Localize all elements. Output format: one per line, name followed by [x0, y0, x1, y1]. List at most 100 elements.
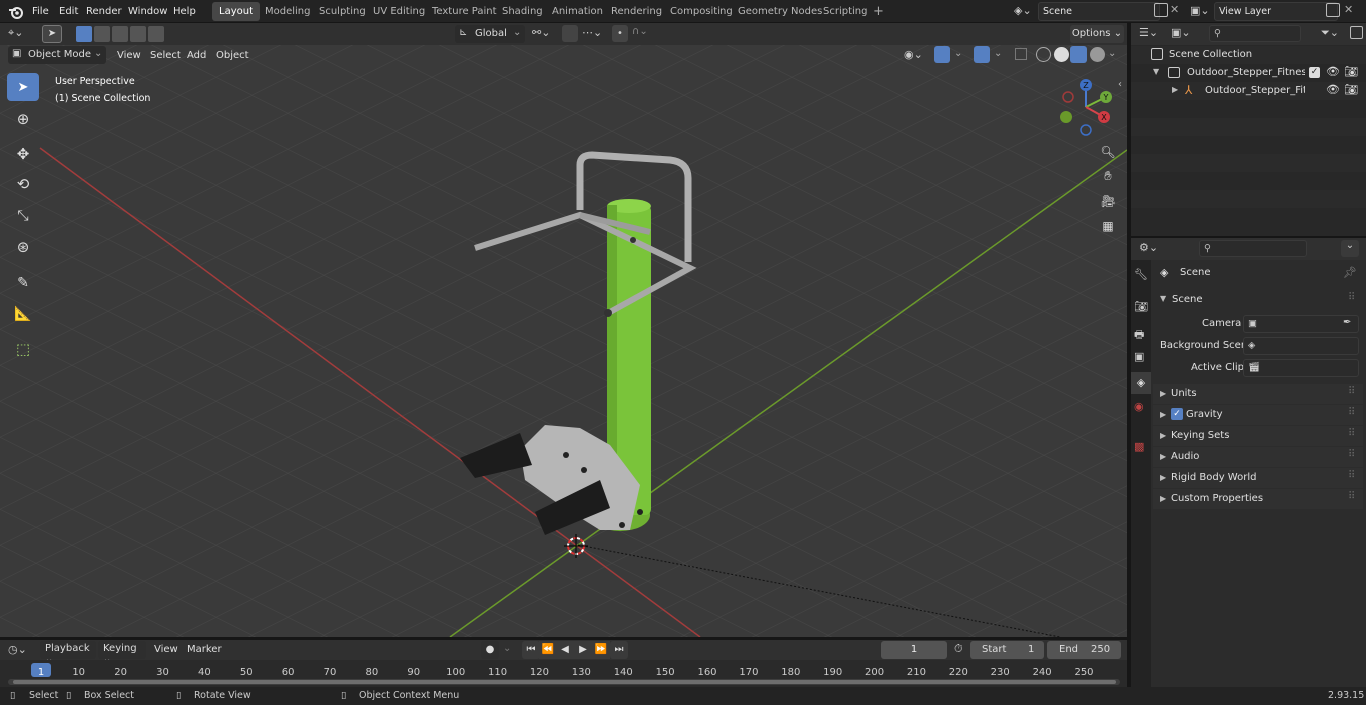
outliner-row[interactable]: ▶ ⅄ Outdoor_Stepper_Fitness 👁︎ 📷︎ [1131, 82, 1366, 100]
blender-logo-icon[interactable] [8, 4, 24, 20]
transform-orientation[interactable]: ⊾ Global ⌄ [455, 25, 525, 43]
zoom-icon[interactable]: 🔍︎ [1097, 141, 1119, 163]
outliner-search-input[interactable]: ⚲ [1209, 25, 1301, 42]
end-frame-field[interactable]: End 250 [1047, 641, 1121, 659]
tab-compositing[interactable]: Compositing [663, 2, 740, 21]
expand-arrow-icon[interactable]: ▶ [1172, 85, 1178, 94]
scale-tool[interactable]: ⤡ [7, 202, 39, 230]
audio-panel-header[interactable]: ▶ Audio ⠿ [1153, 447, 1363, 467]
mode-intersect-icon[interactable] [148, 26, 164, 42]
overlay-dropdown-icon[interactable]: ⌄ [994, 48, 1002, 59]
copy-scene-icon[interactable] [1154, 3, 1168, 17]
overlay-toggle-icon[interactable] [974, 46, 990, 63]
3d-viewport[interactable]: User Perspective (1) Scene Collection ➤ … [0, 45, 1127, 637]
scene-tab-icon[interactable]: ◈ [1131, 372, 1151, 394]
selection-mode-icons[interactable] [76, 26, 164, 42]
drag-handle-icon[interactable]: ⠿ [1348, 407, 1355, 418]
view-layer-selector[interactable]: ▣⌄ View Layer ✕ [1188, 2, 1364, 21]
mode-new-icon[interactable] [76, 26, 92, 42]
menu-view[interactable]: View [113, 47, 145, 65]
measure-tool[interactable]: 📐 [7, 300, 39, 328]
exclude-checkbox[interactable]: ✓ [1309, 67, 1320, 78]
camera-view-icon[interactable]: 🎥︎ [1097, 190, 1119, 212]
output-tab-icon[interactable]: 🖶 [1134, 326, 1144, 345]
eye-icon[interactable]: 👁︎ [1326, 83, 1340, 96]
eye-icon[interactable]: 👁︎ [1326, 65, 1340, 78]
shading-rendered-icon[interactable] [1090, 47, 1105, 62]
outliner-row-root[interactable]: Scene Collection [1131, 46, 1366, 64]
drag-handle-icon[interactable]: ⠿ [1348, 428, 1355, 439]
shading-material-icon[interactable] [1070, 46, 1087, 63]
texture-tab-icon[interactable]: ▩ [1134, 440, 1144, 453]
visibility-icon[interactable]: ◉⌄ [904, 48, 923, 61]
outliner-type-icon[interactable]: ☰⌄ [1139, 26, 1158, 39]
mode-subtract-icon[interactable] [112, 26, 128, 42]
display-mode-icon[interactable]: ▣⌄ [1171, 26, 1191, 39]
play-reverse-icon[interactable]: ◀ [556, 641, 574, 659]
menu-object[interactable]: Object [212, 47, 253, 65]
navigation-gizmo[interactable]: Z Y X [1056, 77, 1116, 137]
collapse-arrow-icon[interactable]: ‹ [1118, 79, 1122, 90]
tab-modeling[interactable]: Modeling [258, 2, 318, 21]
snap-icon[interactable] [562, 25, 578, 42]
properties-options-icon[interactable]: ⌄ [1341, 240, 1359, 257]
editor-type-icon[interactable]: ⌖⌄ [8, 26, 23, 40]
prev-keyframe-icon[interactable]: ⏪ [539, 641, 557, 659]
camera-field[interactable]: ▣ [1243, 315, 1359, 333]
view-layer-field[interactable]: View Layer [1214, 2, 1338, 21]
new-collection-icon[interactable] [1350, 26, 1363, 39]
proportional-edit-icon[interactable]: • [612, 25, 628, 42]
timeline-view-menu[interactable]: View [150, 641, 182, 659]
timeline-type-icon[interactable]: ◷⌄ [8, 643, 27, 656]
gizmo-dropdown-icon[interactable]: ⌄ [954, 48, 962, 59]
snap-target-icon[interactable]: ⋯⌄ [582, 26, 602, 39]
render-tab-icon[interactable]: 📷︎ [1134, 300, 1148, 313]
active-clip-field[interactable]: 🎬︎ [1243, 359, 1359, 377]
properties-search-input[interactable]: ⚲ [1199, 240, 1307, 257]
play-icon[interactable]: ▶ [574, 641, 592, 659]
copy-view-layer-icon[interactable] [1326, 3, 1340, 17]
current-frame-field[interactable]: 1 [881, 641, 947, 659]
camera-render-icon[interactable]: 📷︎ [1344, 65, 1358, 78]
keying-menu[interactable]: Keying ⌄ [98, 641, 146, 665]
camera-render-icon[interactable]: 📷︎ [1344, 83, 1358, 96]
units-panel-header[interactable]: ▶ Units ⠿ [1153, 384, 1363, 404]
tab-geometry-nodes[interactable]: Geometry Nodes [731, 2, 829, 21]
jump-end-icon[interactable]: ⏭ [610, 641, 628, 659]
tab-animation[interactable]: Animation [545, 2, 610, 21]
keying-sets-panel-header[interactable]: ▶ Keying Sets ⠿ [1153, 426, 1363, 446]
falloff-icon[interactable]: ∩⌄ [632, 26, 648, 37]
drag-handle-icon[interactable]: ⠿ [1348, 449, 1355, 460]
expand-arrow-icon[interactable]: ▼ [1153, 67, 1159, 76]
object-mode-dropdown[interactable]: ▣ Object Mode ⌄ [8, 46, 106, 64]
timeline-marker-menu[interactable]: Marker [183, 641, 226, 659]
scrollbar-thumb[interactable] [13, 680, 1116, 684]
playback-menu[interactable]: Playback ⌄ [40, 641, 96, 665]
filter-icon[interactable]: ⏷⌄ [1321, 26, 1339, 40]
gravity-panel-header[interactable]: ▶ ✓ Gravity ⠿ [1153, 405, 1363, 425]
record-icon[interactable]: ● [481, 641, 499, 659]
eyedropper-icon[interactable]: ✒ [1343, 317, 1351, 328]
add-cube-tool[interactable]: ⬚ [7, 335, 39, 363]
rigid-body-world-panel-header[interactable]: ▶ Rigid Body World ⠿ [1153, 468, 1363, 488]
tool-tab-icon[interactable]: 🔧︎ [1134, 268, 1148, 281]
timeline-scrollbar[interactable] [8, 679, 1120, 685]
move-tool[interactable]: ✥ [7, 140, 39, 168]
menu-add[interactable]: Add [183, 47, 210, 65]
menu-edit[interactable]: Edit [57, 3, 80, 20]
tab-sculpting[interactable]: Sculpting [312, 2, 373, 21]
annotate-tool[interactable]: ✎ [7, 269, 39, 297]
start-frame-field[interactable]: Start 1 [970, 641, 1044, 659]
tab-layout[interactable]: Layout [212, 2, 260, 21]
scene-section-header[interactable]: ▼ Scene ⠿ [1153, 290, 1363, 310]
xray-icon[interactable] [1015, 48, 1027, 60]
close-view-layer-icon[interactable]: ✕ [1344, 3, 1353, 16]
tab-shading[interactable]: Shading [495, 2, 550, 21]
cursor-tool[interactable]: ⊕ [7, 105, 39, 133]
shading-solid-icon[interactable] [1054, 47, 1069, 62]
drag-handle-icon[interactable]: ⠿ [1348, 491, 1355, 502]
menu-file[interactable]: File [30, 3, 51, 20]
world-tab-icon[interactable]: ◉ [1134, 400, 1144, 413]
gravity-checkbox[interactable]: ✓ [1171, 408, 1183, 420]
menu-help[interactable]: Help [171, 3, 198, 20]
